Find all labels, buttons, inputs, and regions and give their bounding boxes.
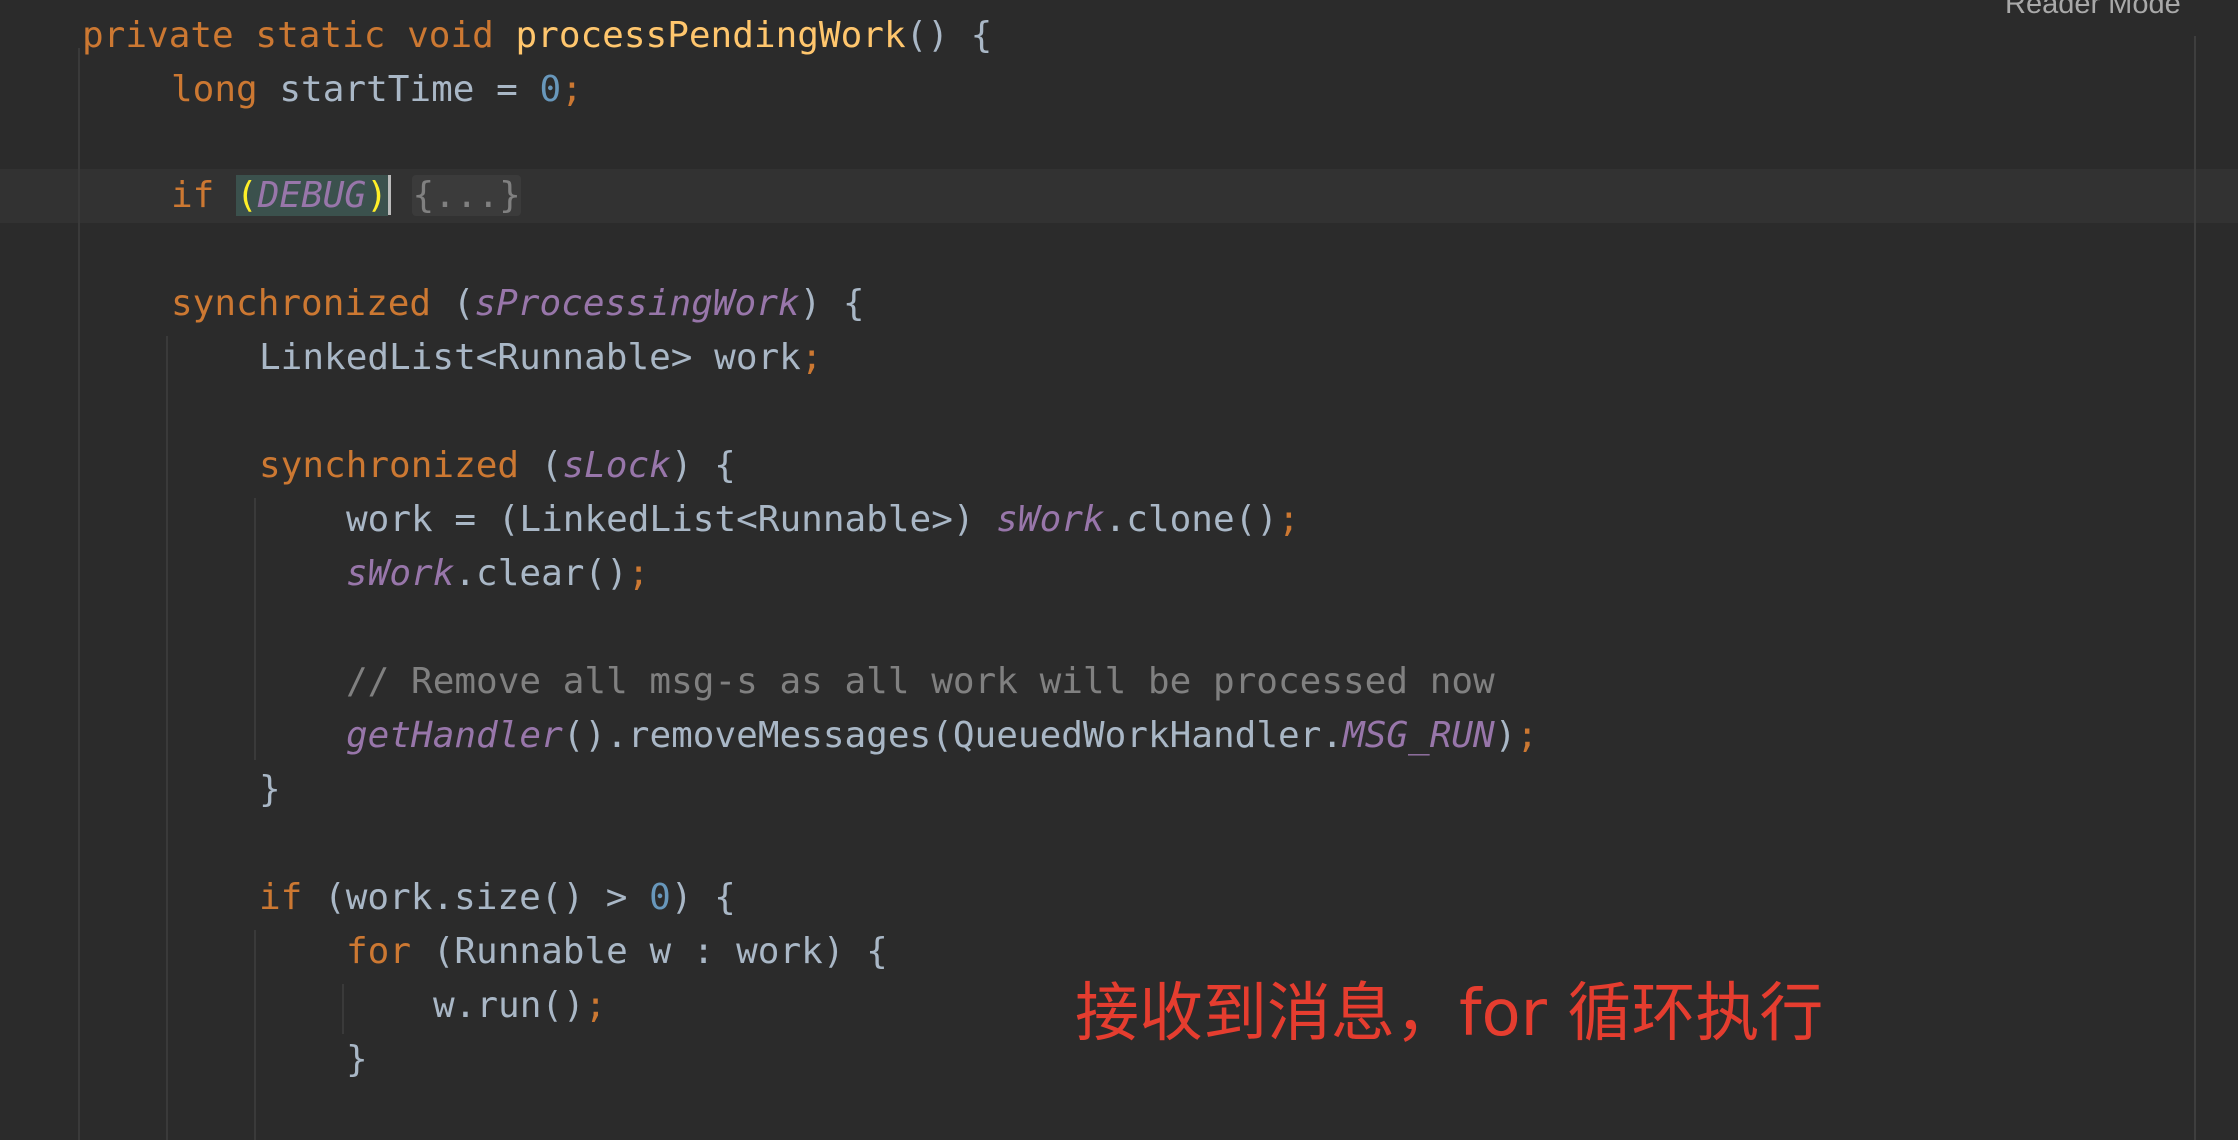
keyword: long xyxy=(171,69,280,110)
code-text: LinkedList<Runnable> work xyxy=(259,337,801,378)
code-line-12: if (work.size() > 0) { xyxy=(259,871,736,925)
code-text: ) { xyxy=(799,283,865,324)
code-text: (work.size() > xyxy=(324,877,650,918)
semicolon: ; xyxy=(1277,499,1300,540)
field-ref: sLock xyxy=(562,445,671,486)
right-margin-guide xyxy=(2194,36,2196,1140)
keyword: private static void xyxy=(82,15,516,56)
code-line-6: synchronized (sLock) { xyxy=(259,439,736,493)
code-line-15: } xyxy=(346,1033,368,1087)
indent-guide xyxy=(342,984,344,1034)
code-line-13: for (Runnable w : work) { xyxy=(346,925,888,979)
reader-mode-toggle[interactable]: Reader Mode xyxy=(2005,0,2181,21)
code-text: w.run() xyxy=(433,985,585,1026)
method-name: processPendingWork xyxy=(515,15,906,56)
folded-code-block[interactable]: {...} xyxy=(412,175,521,216)
field-ref: sWork xyxy=(996,499,1105,540)
code-text: } xyxy=(346,1039,368,1080)
number-literal: 0 xyxy=(649,877,671,918)
keyword: for xyxy=(346,931,433,972)
keyword: synchronized xyxy=(171,283,453,324)
code-line-2: long startTime = 0; xyxy=(171,63,583,117)
code-line-1: private static void processPendingWork()… xyxy=(82,9,992,63)
indent-guide xyxy=(254,498,256,760)
code-line-3: if (DEBUG) {...} xyxy=(171,169,521,223)
semicolon: ; xyxy=(1516,715,1539,756)
field-ref: sWork xyxy=(346,553,455,594)
code-comment: // Remove all msg-s as all work will be … xyxy=(346,661,1495,702)
code-line-7: work = (LinkedList<Runnable>) sWork.clon… xyxy=(346,493,1300,547)
method-call: getHandler xyxy=(346,715,563,756)
code-text: .clear() xyxy=(454,553,628,594)
code-line-14: w.run(); xyxy=(433,979,606,1033)
code-text: ) { xyxy=(670,445,736,486)
indent-guide xyxy=(78,48,80,1140)
code-line-10: getHandler().removeMessages(QueuedWorkHa… xyxy=(346,709,1538,763)
indent-guide xyxy=(254,930,256,1140)
text-caret xyxy=(387,175,391,215)
annotation-text: 接收到消息，for 循环执行 xyxy=(1075,977,1824,1051)
code-text: .clone() xyxy=(1104,499,1278,540)
code-text: work = (LinkedList<Runnable>) xyxy=(346,499,997,540)
semicolon: ; xyxy=(800,337,823,378)
semicolon: ; xyxy=(627,553,650,594)
code-text: (Runnable w : work) { xyxy=(432,931,888,972)
field-ref: sProcessingWork xyxy=(474,283,800,324)
code-text: ( xyxy=(540,445,563,486)
indent-guide xyxy=(166,336,168,1140)
code-line-4: synchronized (sProcessingWork) { xyxy=(171,277,865,331)
field-ref: MSG_RUN xyxy=(1343,715,1495,756)
semicolon: ; xyxy=(584,985,607,1026)
code-line-11: } xyxy=(259,763,281,817)
code-text: ().removeMessages(QueuedWorkHandler. xyxy=(562,715,1344,756)
code-text: ) { xyxy=(670,877,736,918)
keyword: synchronized xyxy=(259,445,541,486)
keyword: if xyxy=(259,877,325,918)
code-text: } xyxy=(259,769,281,810)
code-line-8: sWork.clear(); xyxy=(346,547,649,601)
keyword: if xyxy=(171,175,237,216)
matched-paren: ( xyxy=(236,175,258,216)
matched-paren: ) xyxy=(366,175,388,216)
code-text: startTime = xyxy=(279,69,540,110)
field-ref: DEBUG xyxy=(257,175,367,216)
code-text: () { xyxy=(905,15,993,56)
code-line-9: // Remove all msg-s as all work will be … xyxy=(346,655,1495,709)
code-text: ( xyxy=(452,283,475,324)
code-line-5: LinkedList<Runnable> work; xyxy=(259,331,823,385)
number-literal: 0 xyxy=(539,69,562,110)
code-text: ) xyxy=(1494,715,1517,756)
semicolon: ; xyxy=(561,69,583,110)
